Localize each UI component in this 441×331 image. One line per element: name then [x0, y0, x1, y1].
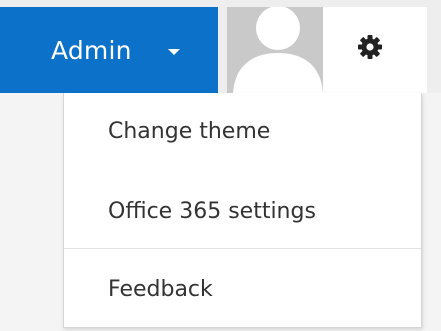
menu-item-feedback[interactable]: Feedback: [64, 277, 421, 302]
menu-item-office365-settings[interactable]: Office 365 settings: [64, 199, 421, 224]
settings-dropdown-menu: Change theme Office 365 settings Feedbac…: [63, 93, 422, 328]
settings-button[interactable]: [323, 7, 427, 93]
menu-item-change-theme[interactable]: Change theme: [64, 119, 421, 144]
user-avatar[interactable]: [227, 7, 323, 93]
admin-label: Admin: [51, 35, 132, 65]
office365-header: Admin Change theme Office 365 settings F…: [0, 0, 441, 331]
gear-icon: [358, 35, 382, 59]
admin-menu-button[interactable]: Admin: [0, 7, 218, 93]
menu-divider: [64, 248, 421, 249]
user-avatar-icon: [227, 7, 323, 93]
chevron-down-icon: [167, 48, 180, 55]
